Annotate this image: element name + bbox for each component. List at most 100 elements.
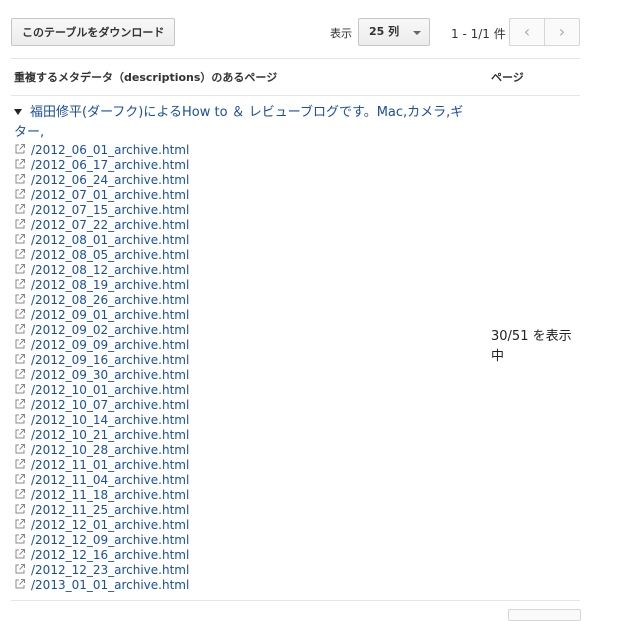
page-link[interactable]: /2012_11_18_archive.html (31, 488, 189, 502)
external-link-icon[interactable] (14, 428, 26, 440)
external-link-icon[interactable] (14, 383, 26, 395)
external-link-icon[interactable] (14, 203, 26, 215)
table-row: /2012_07_22_archive.html (14, 218, 189, 233)
page-link[interactable]: /2012_10_21_archive.html (31, 428, 189, 442)
external-link-icon[interactable] (14, 548, 26, 560)
table-row: /2012_10_28_archive.html (14, 443, 189, 458)
page-link[interactable]: /2012_10_07_archive.html (31, 398, 189, 412)
external-link-icon[interactable] (14, 143, 26, 155)
table-row: /2012_09_16_archive.html (14, 353, 189, 368)
external-link-icon[interactable] (14, 443, 26, 455)
next-page-button[interactable]: › (545, 19, 579, 45)
page-link[interactable]: /2012_12_01_archive.html (31, 518, 189, 532)
divider (11, 58, 580, 59)
page-link[interactable]: /2012_10_14_archive.html (31, 413, 189, 427)
page-link[interactable]: /2012_12_09_archive.html (31, 533, 189, 547)
table-row: /2012_09_02_archive.html (14, 323, 189, 338)
external-link-icon[interactable] (14, 293, 26, 305)
page-link[interactable]: /2012_06_24_archive.html (31, 173, 189, 187)
table-toolbar: このテーブルをダウンロード 表示 25 列 1 - 1/1 件 ‹ › (11, 17, 580, 47)
column-header-pages[interactable]: 重複するメタデータ（descriptions）のあるページ (14, 69, 277, 85)
duplicate-descriptions-report: このテーブルをダウンロード 表示 25 列 1 - 1/1 件 ‹ › 重複する… (0, 0, 621, 621)
external-link-icon[interactable] (14, 323, 26, 335)
page-link[interactable]: /2012_08_26_archive.html (31, 293, 189, 307)
table-row: /2012_10_21_archive.html (14, 428, 189, 443)
page-link[interactable]: /2012_06_17_archive.html (31, 158, 189, 172)
external-link-icon[interactable] (14, 278, 26, 290)
download-table-button[interactable]: このテーブルをダウンロード (11, 18, 176, 46)
rows-per-page-value: 25 列 (369, 25, 400, 38)
external-link-icon[interactable] (14, 248, 26, 260)
table-row: /2012_08_26_archive.html (14, 293, 189, 308)
table-row: /2012_12_16_archive.html (14, 548, 189, 563)
table-row: /2012_08_19_archive.html (14, 278, 189, 293)
external-link-icon[interactable] (14, 308, 26, 320)
external-link-icon[interactable] (14, 338, 26, 350)
page-link[interactable]: /2012_10_28_archive.html (31, 443, 189, 457)
show-label: 表示 (330, 27, 352, 40)
external-link-icon[interactable] (14, 473, 26, 485)
table-row: /2012_09_09_archive.html (14, 338, 189, 353)
page-link[interactable]: /2012_08_19_archive.html (31, 278, 189, 292)
page-link[interactable]: /2012_09_09_archive.html (31, 338, 189, 352)
table-row: /2012_07_01_archive.html (14, 188, 189, 203)
page-link[interactable]: /2012_07_15_archive.html (31, 203, 189, 217)
external-link-icon[interactable] (14, 188, 26, 200)
page-link[interactable]: /2012_12_16_archive.html (31, 548, 189, 562)
page-link[interactable]: /2012_12_23_archive.html (31, 563, 189, 577)
shown-count: 30/51 を表示中 (491, 329, 572, 364)
group-title-row[interactable]: 福田修平(ダーフク)によるHow to ＆ レビューブログです。Mac,カメラ,… (14, 103, 476, 143)
pager: ‹ › (509, 18, 580, 46)
external-link-icon[interactable] (14, 218, 26, 230)
divider (11, 600, 580, 601)
table-row: /2012_10_01_archive.html (14, 383, 189, 398)
page-link[interactable]: /2012_10_01_archive.html (31, 383, 189, 397)
table-row: /2012_12_23_archive.html (14, 563, 189, 578)
page-range-text: 1 - 1/1 件 (451, 27, 506, 41)
table-row: /2012_08_01_archive.html (14, 233, 189, 248)
external-link-icon[interactable] (14, 533, 26, 545)
rows-per-page-select[interactable]: 25 列 (358, 18, 430, 46)
page-link[interactable]: /2012_09_02_archive.html (31, 323, 189, 337)
external-link-icon[interactable] (14, 368, 26, 380)
divider (11, 95, 580, 96)
external-link-icon[interactable] (14, 263, 26, 275)
page-link[interactable]: /2012_07_22_archive.html (31, 218, 189, 232)
external-link-icon[interactable] (14, 158, 26, 170)
page-link[interactable]: /2012_11_01_archive.html (31, 458, 189, 472)
page-link[interactable]: /2013_01_01_archive.html (31, 578, 189, 592)
page-link[interactable]: /2012_11_25_archive.html (31, 503, 189, 517)
page-link[interactable]: /2012_06_01_archive.html (31, 143, 189, 157)
page-link[interactable]: /2012_07_01_archive.html (31, 188, 189, 202)
table-row: /2012_11_04_archive.html (14, 473, 189, 488)
table-row: /2012_11_01_archive.html (14, 458, 189, 473)
external-link-icon[interactable] (14, 458, 26, 470)
column-header-page-count[interactable]: ページ (491, 69, 524, 85)
external-link-icon[interactable] (14, 233, 26, 245)
table-row: /2012_12_09_archive.html (14, 533, 189, 548)
group-title[interactable]: 福田修平(ダーフク)によるHow to ＆ レビューブログです。Mac,カメラ,… (14, 105, 463, 140)
external-link-icon[interactable] (14, 518, 26, 530)
page-link[interactable]: /2012_09_16_archive.html (31, 353, 189, 367)
table-row: /2012_06_24_archive.html (14, 173, 189, 188)
external-link-icon[interactable] (14, 353, 26, 365)
pager-bottom[interactable] (508, 609, 581, 621)
page-link[interactable]: /2012_09_30_archive.html (31, 368, 189, 382)
external-link-icon[interactable] (14, 578, 26, 590)
caret-down-icon (413, 31, 421, 35)
page-link[interactable]: /2012_08_01_archive.html (31, 233, 189, 247)
external-link-icon[interactable] (14, 173, 26, 185)
external-link-icon[interactable] (14, 413, 26, 425)
page-link[interactable]: /2012_09_01_archive.html (31, 308, 189, 322)
table-row: /2012_11_18_archive.html (14, 488, 189, 503)
page-link[interactable]: /2012_08_05_archive.html (31, 248, 189, 262)
prev-page-button[interactable]: ‹ (510, 19, 545, 45)
external-link-icon[interactable] (14, 488, 26, 500)
page-link[interactable]: /2012_08_12_archive.html (31, 263, 189, 277)
external-link-icon[interactable] (14, 503, 26, 515)
page-link[interactable]: /2012_11_04_archive.html (31, 473, 189, 487)
external-link-icon[interactable] (14, 563, 26, 575)
external-link-icon[interactable] (14, 398, 26, 410)
triangle-down-icon[interactable] (14, 108, 22, 115)
table-row: /2012_06_17_archive.html (14, 158, 189, 173)
